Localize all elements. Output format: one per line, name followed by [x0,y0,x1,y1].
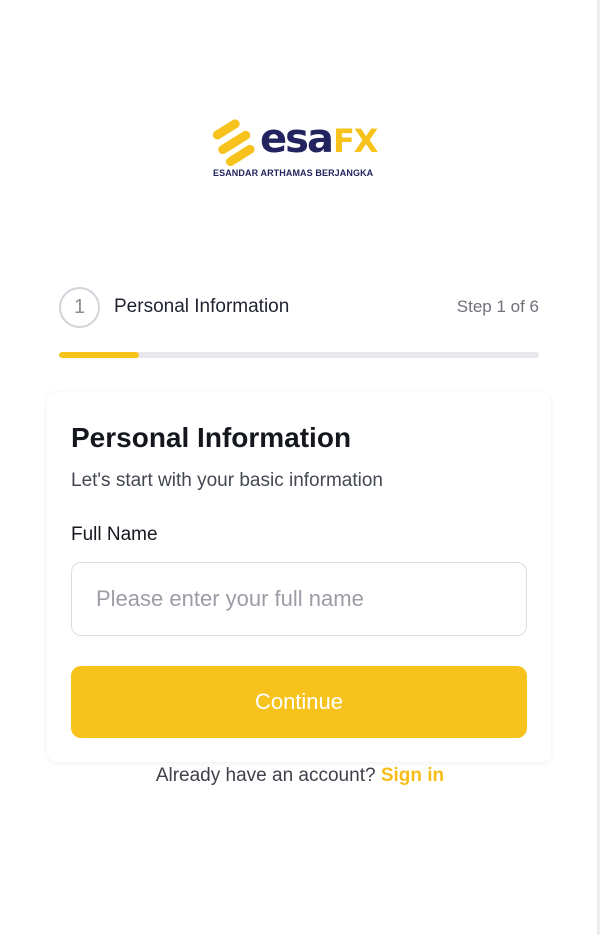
form-title: Personal Information [71,422,352,453]
full-name-label: Full Name [71,524,158,545]
signup-page: esa FX ESANDAR ARTHAMAS BERJANGKA 1 Pers… [0,0,600,935]
logo-stripes-icon [212,119,255,166]
form-subtitle: Let's start with your basic information [71,470,383,491]
step-title: Personal Information [114,296,290,317]
logo-wordmark-esa: esa [260,116,334,162]
full-name-input[interactable] [71,562,527,636]
step-number-badge: 1 [59,287,100,328]
logo-wordmark: esa FX [260,116,379,162]
signin-link[interactable]: Sign in [381,765,444,786]
progress-bar [59,352,539,358]
logo-tagline: ESANDAR ARTHAMAS BERJANGKA [213,168,374,178]
signin-prompt-text: Already have an account? [155,765,381,786]
step-counter: Step 1 of 6 [456,297,539,316]
stepper-header: 1 Personal Information Step 1 of 6 [59,287,539,328]
esafx-logo: esa FX ESANDAR ARTHAMAS BERJANGKA [212,116,387,186]
continue-button[interactable]: Continue [71,666,527,738]
logo-wordmark-fx: FX [332,122,379,160]
form-card: Personal Information Let's start with yo… [47,392,551,762]
progress-bar-fill [59,352,139,358]
signin-prompt: Already have an account? Sign in [0,765,600,787]
